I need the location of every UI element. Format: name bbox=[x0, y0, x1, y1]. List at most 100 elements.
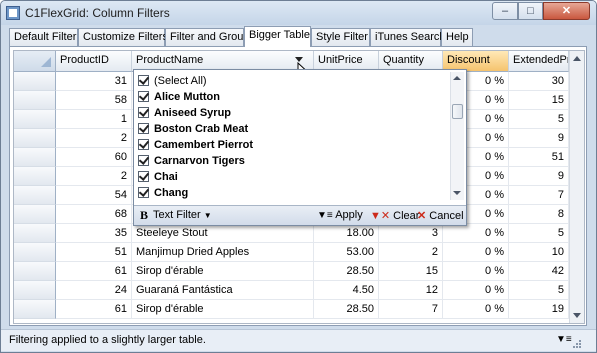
column-header-productid[interactable]: ProductID bbox=[56, 51, 132, 72]
tab-style-filter[interactable]: Style Filter bbox=[311, 28, 370, 46]
table-cell[interactable]: 54 bbox=[56, 186, 132, 205]
table-cell[interactable]: 15 bbox=[379, 262, 443, 281]
checkbox[interactable] bbox=[138, 75, 149, 86]
table-cell[interactable]: 4.50 bbox=[314, 281, 379, 300]
table-cell[interactable]: 0 % bbox=[443, 300, 509, 319]
row-header[interactable] bbox=[14, 148, 56, 167]
table-cell[interactable]: 68 bbox=[56, 205, 132, 224]
scroll-thumb[interactable] bbox=[452, 104, 463, 119]
vertical-scrollbar[interactable] bbox=[569, 51, 584, 323]
checkbox[interactable] bbox=[138, 171, 149, 182]
maximize-button[interactable]: □ bbox=[518, 2, 543, 20]
table-cell[interactable]: 61 bbox=[56, 300, 132, 319]
checkbox[interactable] bbox=[138, 107, 149, 118]
filter-item[interactable]: Chai bbox=[138, 170, 178, 186]
filter-item[interactable]: Aniseed Syrup bbox=[138, 106, 231, 122]
table-cell[interactable]: 24 bbox=[56, 281, 132, 300]
table-cell[interactable]: 9 bbox=[509, 167, 569, 186]
table-cell[interactable]: 0 % bbox=[443, 243, 509, 262]
scroll-up-icon[interactable] bbox=[573, 56, 581, 61]
tab-bigger-table[interactable]: Bigger Table bbox=[244, 26, 311, 47]
table-cell[interactable]: 0 % bbox=[443, 224, 509, 243]
row-header[interactable] bbox=[14, 167, 56, 186]
table-cell[interactable]: 31 bbox=[56, 72, 132, 91]
table-cell[interactable]: 19 bbox=[509, 300, 569, 319]
scroll-down-icon[interactable] bbox=[453, 191, 461, 195]
resize-grip-icon[interactable] bbox=[572, 339, 582, 349]
table-cell[interactable]: 60 bbox=[56, 148, 132, 167]
column-header-extendedprice[interactable]: ExtendedPric bbox=[509, 51, 569, 72]
table-cell[interactable]: 58 bbox=[56, 91, 132, 110]
table-cell[interactable]: 28.50 bbox=[314, 262, 379, 281]
table-cell[interactable]: Guaraná Fantástica bbox=[132, 281, 314, 300]
table-cell[interactable]: 10 bbox=[509, 243, 569, 262]
title-bar[interactable]: C1FlexGrid: Column Filters – □ ✕ bbox=[1, 1, 596, 25]
filter-item[interactable]: Chang bbox=[138, 186, 188, 200]
row-header[interactable] bbox=[14, 281, 56, 300]
table-cell[interactable]: 51 bbox=[509, 148, 569, 167]
filter-item[interactable]: Alice Mutton bbox=[138, 90, 220, 106]
tab-customize-filters[interactable]: Customize Filters bbox=[78, 28, 168, 46]
table-cell[interactable]: 15 bbox=[509, 91, 569, 110]
table-cell[interactable]: 8 bbox=[509, 205, 569, 224]
row-header[interactable] bbox=[14, 72, 56, 91]
table-cell[interactable]: Sirop d'érable bbox=[132, 300, 314, 319]
table-cell[interactable]: 5 bbox=[509, 224, 569, 243]
table-cell[interactable]: 2 bbox=[56, 129, 132, 148]
table-cell[interactable]: 28.50 bbox=[314, 300, 379, 319]
table-cell[interactable]: 5 bbox=[509, 281, 569, 300]
row-header[interactable] bbox=[14, 224, 56, 243]
row-header[interactable] bbox=[14, 300, 56, 319]
apply-button[interactable]: ▼≡ Apply bbox=[317, 209, 363, 221]
row-header[interactable] bbox=[14, 110, 56, 129]
table-cell[interactable]: Manjimup Dried Apples bbox=[132, 243, 314, 262]
grid-corner[interactable] bbox=[14, 51, 56, 72]
table-cell[interactable]: 42 bbox=[509, 262, 569, 281]
table-cell[interactable]: 5 bbox=[509, 110, 569, 129]
table-cell[interactable]: 51 bbox=[56, 243, 132, 262]
checkbox[interactable] bbox=[138, 139, 149, 150]
minimize-button[interactable]: – bbox=[492, 2, 518, 20]
table-cell[interactable]: 1 bbox=[56, 110, 132, 129]
close-button[interactable]: ✕ bbox=[543, 2, 590, 20]
table-cell[interactable]: 7 bbox=[509, 186, 569, 205]
scroll-down-icon[interactable] bbox=[573, 313, 581, 318]
clear-button[interactable]: ▼✕ Clear bbox=[370, 209, 419, 222]
checkbox[interactable] bbox=[138, 187, 149, 198]
table-cell[interactable]: 12 bbox=[379, 281, 443, 300]
text-filter-button[interactable]: Text Filter ▼ bbox=[153, 209, 212, 221]
row-header[interactable] bbox=[14, 262, 56, 281]
table-cell[interactable]: 53.00 bbox=[314, 243, 379, 262]
table-cell[interactable]: 35 bbox=[56, 224, 132, 243]
table-cell[interactable]: 7 bbox=[379, 300, 443, 319]
table-cell[interactable]: 2 bbox=[56, 167, 132, 186]
table-cell[interactable]: 0 % bbox=[443, 281, 509, 300]
tab-itunes-search[interactable]: iTunes Search bbox=[370, 28, 446, 46]
filter-value-list[interactable]: (Select All) Alice Mutton Aniseed Syrup … bbox=[138, 72, 448, 200]
scroll-up-icon[interactable] bbox=[453, 76, 461, 80]
row-header[interactable] bbox=[14, 186, 56, 205]
row-header[interactable] bbox=[14, 243, 56, 262]
table-cell[interactable]: 61 bbox=[56, 262, 132, 281]
filter-item[interactable]: Camembert Pierrot bbox=[138, 138, 253, 154]
table-cell[interactable]: 30 bbox=[509, 72, 569, 91]
filter-item[interactable]: (Select All) bbox=[138, 74, 207, 90]
table-cell[interactable]: 18.00 bbox=[314, 224, 379, 243]
cancel-button[interactable]: ✕ Cancel bbox=[417, 209, 464, 222]
filter-item[interactable]: Carnarvon Tigers bbox=[138, 154, 245, 170]
table-cell[interactable]: 9 bbox=[509, 129, 569, 148]
table-cell[interactable]: 3 bbox=[379, 224, 443, 243]
table-cell[interactable]: 2 bbox=[379, 243, 443, 262]
table-cell[interactable]: Sirop d'érable bbox=[132, 262, 314, 281]
filter-item[interactable]: Boston Crab Meat bbox=[138, 122, 248, 138]
row-header[interactable] bbox=[14, 91, 56, 110]
checkbox[interactable] bbox=[138, 123, 149, 134]
row-header[interactable] bbox=[14, 129, 56, 148]
tab-filter-and-group[interactable]: Filter and Group bbox=[165, 28, 249, 46]
tab-help[interactable]: Help bbox=[441, 28, 473, 46]
row-header[interactable] bbox=[14, 205, 56, 224]
table-cell[interactable]: 0 % bbox=[443, 262, 509, 281]
table-cell[interactable]: Steeleye Stout bbox=[132, 224, 314, 243]
checkbox[interactable] bbox=[138, 91, 149, 102]
checkbox[interactable] bbox=[138, 155, 149, 166]
